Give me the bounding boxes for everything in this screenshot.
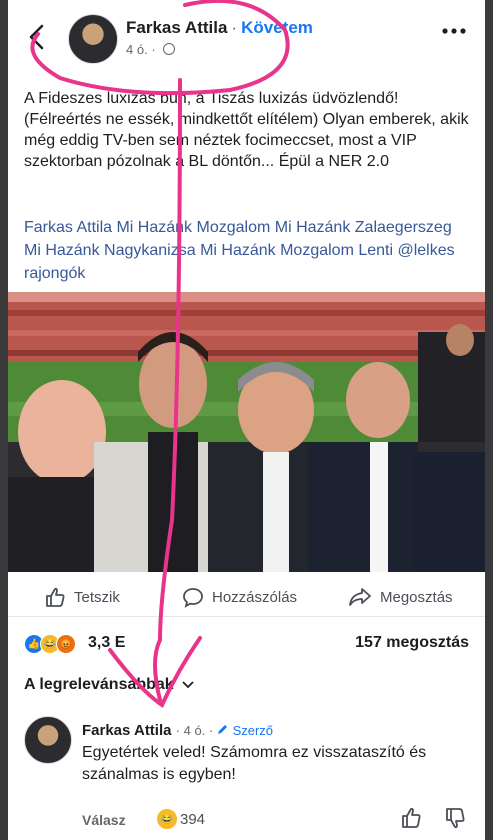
- reaction-icons[interactable]: 👍 😂 😡: [24, 634, 76, 654]
- thumbs-down-icon[interactable]: [446, 808, 465, 829]
- author-badge: Szerző: [232, 723, 274, 738]
- share-icon: [349, 588, 371, 606]
- like-icon: [46, 587, 65, 607]
- like-button[interactable]: Tetszik: [44, 586, 120, 608]
- author-name[interactable]: Farkas Attila: [126, 18, 227, 37]
- thumbs-up-icon[interactable]: [402, 807, 421, 828]
- comment-reaction-count: 394: [180, 810, 206, 828]
- post-text: A Fideszes luxizás bűn, a Tiszás luxizás…: [24, 90, 469, 170]
- comment-sort-dropdown[interactable]: A legrelevánsabbak: [24, 676, 194, 694]
- sort-label: A legrelevánsabbak: [24, 676, 174, 693]
- reply-button[interactable]: Válasz: [82, 812, 126, 828]
- follow-button[interactable]: Követem: [241, 18, 313, 37]
- post-meta: 4 ó. ·: [126, 42, 176, 57]
- post-tags[interactable]: Farkas Attila Mi Hazánk Mozgalom Mi Hazá…: [24, 216, 472, 285]
- comment-label: Hozzászólás: [212, 588, 298, 606]
- action-bar: Tetszik Hozzászólás Megosztás: [8, 580, 485, 617]
- post-header: Farkas Attila · Követem 4 ó. ·: [8, 0, 485, 74]
- globe-icon: [163, 43, 176, 55]
- share-button[interactable]: Megosztás: [348, 586, 453, 608]
- stadium-photo: [8, 292, 485, 572]
- stats-row: 👍 😂 😡 3,3 E 157 megosztás: [8, 630, 485, 660]
- comment-avatar[interactable]: [24, 716, 72, 764]
- like-label: Tetszik: [74, 588, 120, 606]
- comment-reactions[interactable]: 😂 394: [156, 808, 205, 830]
- avatar[interactable]: [68, 14, 118, 64]
- comment-icon: [183, 588, 203, 608]
- author-line: Farkas Attila · Követem: [126, 18, 313, 38]
- post-time: 4 ó.: [126, 42, 148, 57]
- separator: ·: [151, 42, 156, 57]
- comment-button[interactable]: Hozzászólás: [182, 586, 297, 608]
- comment: Farkas Attila · 4 ó. · Szerző Egyetértek…: [8, 712, 485, 840]
- comment-vote-icons: [402, 807, 465, 829]
- reactions-count[interactable]: 3,3 E: [88, 634, 125, 652]
- comment-author[interactable]: Farkas Attila: [82, 722, 171, 739]
- share-label: Megosztás: [380, 588, 453, 606]
- comment-header: Farkas Attila · 4 ó. · Szerző: [82, 722, 273, 739]
- pencil-icon: [218, 725, 228, 734]
- more-icon[interactable]: [441, 26, 467, 36]
- separator: ·: [231, 18, 238, 37]
- shares-count[interactable]: 157 megosztás: [355, 634, 469, 652]
- post-frame: Farkas Attila · Követem 4 ó. · A Fideszes …: [8, 0, 485, 840]
- comment-time: · 4 ó. ·: [175, 723, 214, 738]
- chevron-down-icon: [182, 681, 194, 689]
- angry-reaction-icon: 😡: [56, 634, 76, 654]
- comment-text: Egyetértek veled! Számomra ez visszatasz…: [82, 744, 427, 783]
- haha-reaction-icon: 😂: [156, 808, 178, 830]
- post-photo[interactable]: [8, 292, 485, 572]
- back-icon[interactable]: [24, 22, 50, 52]
